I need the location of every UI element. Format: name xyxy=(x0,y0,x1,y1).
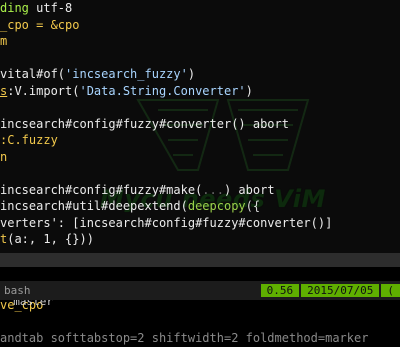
tmux-statusbar: bash 0.56 2015/07/05( xyxy=(0,281,400,300)
code-token: utf-8 xyxy=(36,1,73,15)
code-token: m xyxy=(0,34,8,48)
code-token: :C.fuzzy xyxy=(0,133,58,147)
code-token: ) abort xyxy=(223,182,275,197)
code-line[interactable] xyxy=(0,314,400,331)
code-token: ({ xyxy=(245,199,261,213)
code-line[interactable]: t(a:, 1, {})) xyxy=(0,231,400,248)
code-line[interactable]: s:V.import('Data.String.Converter') xyxy=(0,83,400,100)
code-token: ) xyxy=(245,83,253,98)
code-token: 'Data.String.Converter' xyxy=(79,83,246,98)
code-line[interactable] xyxy=(0,50,400,67)
vim-statusline: | master xyxy=(0,253,400,308)
code-line[interactable]: _cpo = &cpo xyxy=(0,17,400,34)
code-line[interactable]: m xyxy=(0,33,400,50)
code-token: incsearch#util#deepextend( xyxy=(0,199,188,213)
code-token: 'incsearch_fuzzy' xyxy=(65,67,188,81)
code-line[interactable]: n xyxy=(0,149,400,166)
code-line[interactable] xyxy=(0,165,400,182)
code-token: andtab softtabstop=2 shiftwidth=2 foldme… xyxy=(0,331,369,345)
tmux-status-right: 0.56 2015/07/05( xyxy=(260,281,400,300)
code-line[interactable] xyxy=(0,99,400,116)
code-token: verters': [incsearch#config#fuzzy#conver… xyxy=(0,215,333,230)
code-token: incsearch#config#fuzzy#make( xyxy=(0,182,203,197)
code-token: (a:, 1, {})) xyxy=(7,232,94,246)
editor-pane[interactable]: Mycu needs ViM ding utf-8 _cpo = &cpo m vit… xyxy=(0,0,400,345)
code-line[interactable]: :C.fuzzy xyxy=(0,132,400,149)
code-token: vital#of( xyxy=(0,67,66,81)
code-token: ) xyxy=(187,67,196,81)
code-token: ... xyxy=(202,182,224,197)
code-token: incsearch#config#fuzzy#converter() abort xyxy=(0,116,289,131)
load-average: 0.56 xyxy=(260,284,300,297)
code-token: n xyxy=(0,149,8,164)
code-line[interactable]: verters': [incsearch#config#fuzzy#conver… xyxy=(0,215,400,232)
code-line[interactable]: andtab softtabstop=2 shiftwidth=2 foldme… xyxy=(0,330,400,347)
tmux-window-bash[interactable]: bash xyxy=(0,285,35,296)
vim-command-line[interactable] xyxy=(0,267,400,281)
code-line[interactable]: vital#of('incsearch_fuzzy') xyxy=(0,66,400,83)
code-line[interactable]: incsearch#config#fuzzy#make(...) abort xyxy=(0,182,400,199)
date-display: 2015/07/05 xyxy=(301,284,380,297)
code-token: ding xyxy=(0,1,37,15)
code-line[interactable]: incsearch#util#deepextend(deepcopy({ xyxy=(0,198,400,215)
code-token: deepcopy xyxy=(187,199,246,213)
code-line[interactable]: ding utf-8 xyxy=(0,0,400,17)
code-line[interactable]: incsearch#config#fuzzy#converter() abort xyxy=(0,116,400,133)
time-display: ( xyxy=(381,284,400,297)
code-token: :V.import( xyxy=(7,83,80,98)
code-token: _cpo = &cpo xyxy=(0,17,80,32)
